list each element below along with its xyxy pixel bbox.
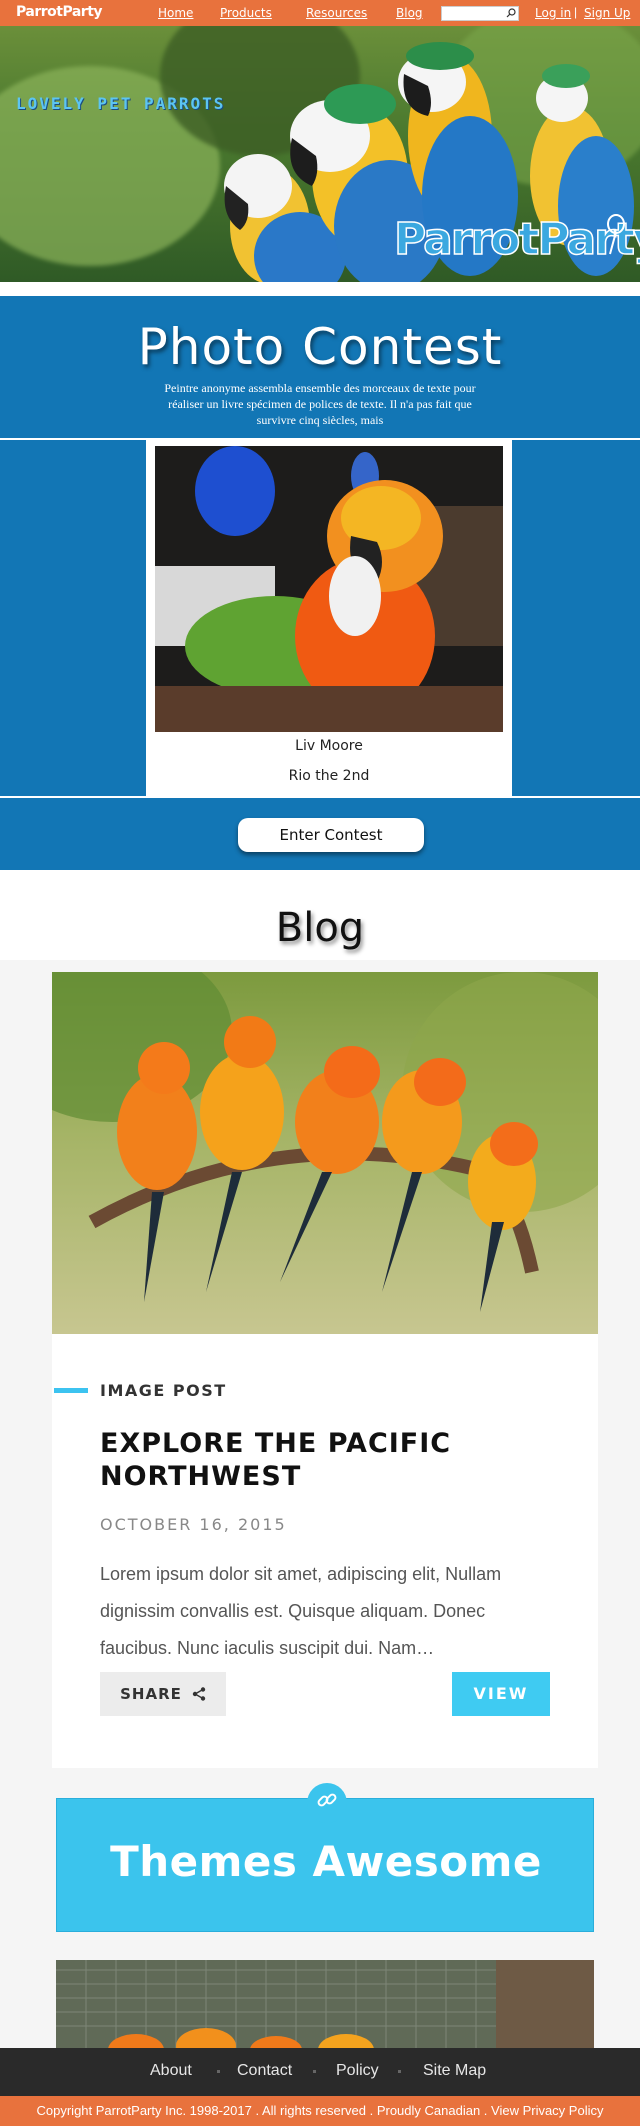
entry-owner-name: Liv Moore (295, 738, 363, 754)
nav-link-blog[interactable]: Blog (396, 6, 423, 20)
nav-link-resources[interactable]: Resources (306, 6, 367, 20)
divider (0, 796, 640, 798)
banner-text: Themes Awesome (110, 1837, 542, 1886)
signup-link[interactable]: Sign Up (584, 6, 630, 20)
search-icon[interactable] (506, 8, 516, 18)
login-link[interactable]: Log in (535, 6, 571, 20)
search-input[interactable] (441, 6, 519, 21)
blog-post-image[interactable] (52, 972, 598, 1334)
share-icon (192, 1687, 206, 1701)
nav-link-products[interactable]: Products (220, 6, 272, 20)
link-icon (317, 1793, 337, 1807)
blog-heading: Blog (275, 905, 365, 951)
footer-link-contact[interactable]: Contact (237, 2062, 292, 2080)
post-type-label: IMAGE POST (100, 1381, 227, 1400)
site-logo[interactable]: ParrotParty (16, 4, 103, 20)
hero-divider (0, 282, 640, 296)
nav-separator: | (574, 5, 578, 19)
sun-conures-image (52, 972, 598, 1312)
footer: About Contact Policy Site Map (0, 2048, 640, 2096)
contest-description: Peintre anonyme assembla ensemble des mo… (164, 381, 476, 427)
copyright-bar: Copyright ParrotParty Inc. 1998-2017 . A… (0, 2096, 640, 2126)
nav-link-home[interactable]: Home (158, 6, 193, 20)
contest-title: Photo Contest (137, 318, 503, 376)
view-button[interactable]: VIEW (452, 1672, 550, 1716)
contest-entry-card: Liv Moore Rio the 2nd (146, 440, 512, 796)
caged-birds-image (56, 1960, 594, 2050)
blog-post-card: IMAGE POST EXPLORE THE PACIFIC NORTHWEST… (52, 972, 598, 1768)
share-label: SHARE (120, 1685, 182, 1703)
footer-link-sitemap[interactable]: Site Map (423, 2062, 486, 2080)
footer-separator (398, 2070, 401, 2073)
footer-link-about[interactable]: About (150, 2062, 192, 2080)
feather-icon (607, 214, 625, 255)
share-button[interactable]: SHARE (100, 1672, 226, 1716)
hero-title: LOVELY PET PARROTS (16, 94, 226, 113)
post-date: OCTOBER 16, 2015 (100, 1515, 287, 1534)
footer-separator (217, 2070, 220, 2073)
conure-image (155, 446, 503, 732)
footer-separator (313, 2070, 316, 2073)
themes-awesome-banner[interactable]: Themes Awesome (56, 1783, 594, 1932)
post-excerpt: Lorem ipsum dolor sit amet, adipiscing e… (100, 1564, 502, 1658)
contest-entry-photo (155, 446, 503, 732)
post-type-accent (54, 1388, 88, 1393)
copyright-text[interactable]: Copyright ParrotParty Inc. 1998-2017 . A… (0, 2103, 640, 2118)
entry-pet-name: Rio the 2nd (288, 768, 370, 784)
footer-link-policy[interactable]: Policy (336, 2062, 379, 2080)
enter-contest-button[interactable]: Enter Contest (238, 818, 424, 852)
top-nav: ParrotParty Home Products Resources Blog… (0, 0, 640, 26)
blog-section: IMAGE POST EXPLORE THE PACIFIC NORTHWEST… (0, 960, 640, 2050)
post-title[interactable]: EXPLORE THE PACIFIC NORTHWEST (100, 1427, 540, 1493)
photo-contest-section: Photo Contest Peintre anonyme assembla e… (0, 296, 640, 870)
blog-post-image-2[interactable] (56, 1960, 594, 2050)
